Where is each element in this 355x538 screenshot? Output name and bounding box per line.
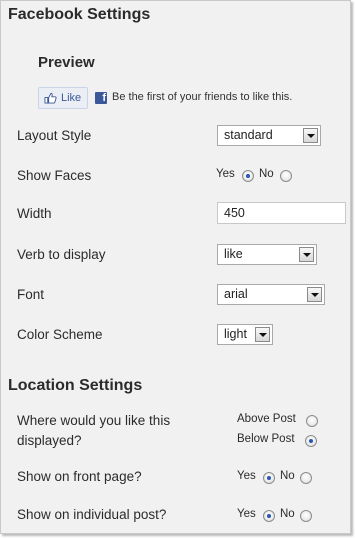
show-faces-yes-radio[interactable] — [242, 170, 254, 182]
chevron-down-icon — [307, 287, 322, 302]
where-displayed-label: Where would you like this displayed? — [17, 413, 171, 448]
like-button[interactable]: Like — [38, 87, 88, 109]
layout-style-value: standard — [224, 128, 273, 142]
width-label: Width — [17, 206, 52, 221]
show-faces-no-label: No — [259, 168, 274, 180]
show-faces-yes-label: Yes — [216, 168, 235, 180]
show-faces-label: Show Faces — [17, 168, 92, 183]
preview-heading: Preview — [38, 54, 95, 71]
like-button-label: Like — [61, 92, 82, 104]
above-post-radio[interactable] — [306, 415, 318, 427]
chevron-down-icon — [255, 327, 270, 342]
verb-value: like — [224, 247, 243, 261]
color-scheme-value: light — [224, 327, 247, 341]
below-post-label: Below Post — [237, 433, 295, 445]
font-select[interactable]: arial — [217, 284, 325, 305]
width-input[interactable]: 450 — [217, 202, 346, 224]
show-faces-no-radio[interactable] — [280, 170, 292, 182]
individual-post-no-label: No — [280, 508, 295, 520]
below-post-radio[interactable] — [305, 435, 317, 447]
front-page-yes-label: Yes — [237, 470, 256, 482]
settings-panel: Facebook Settings Preview Like f Be the … — [0, 0, 351, 534]
layout-style-select[interactable]: standard — [217, 125, 321, 146]
individual-post-label: Show on individual post? — [17, 507, 167, 522]
friends-like-text: Be the first of your friends to like thi… — [112, 91, 293, 103]
front-page-label: Show on front page? — [17, 469, 142, 484]
font-label: Font — [17, 287, 45, 302]
above-post-label: Above Post — [237, 413, 296, 425]
font-value: arial — [224, 287, 248, 301]
individual-post-yes-label: Yes — [237, 508, 256, 520]
verb-label: Verb to display — [17, 247, 106, 262]
chevron-down-icon — [299, 247, 314, 262]
front-page-yes-radio[interactable] — [263, 472, 275, 484]
facebook-settings-heading: Facebook Settings — [8, 6, 151, 23]
color-scheme-select[interactable]: light — [217, 324, 273, 345]
thumbs-up-icon — [44, 92, 57, 104]
verb-select[interactable]: like — [217, 244, 317, 265]
layout-style-label: Layout Style — [17, 128, 92, 143]
front-page-no-radio[interactable] — [300, 472, 312, 484]
facebook-logo-icon: f — [95, 92, 107, 104]
individual-post-yes-radio[interactable] — [263, 510, 275, 522]
chevron-down-icon — [303, 128, 318, 143]
color-scheme-label: Color Scheme — [17, 327, 103, 342]
location-settings-heading: Location Settings — [8, 377, 143, 394]
individual-post-no-radio[interactable] — [300, 510, 312, 522]
front-page-no-label: No — [280, 470, 295, 482]
